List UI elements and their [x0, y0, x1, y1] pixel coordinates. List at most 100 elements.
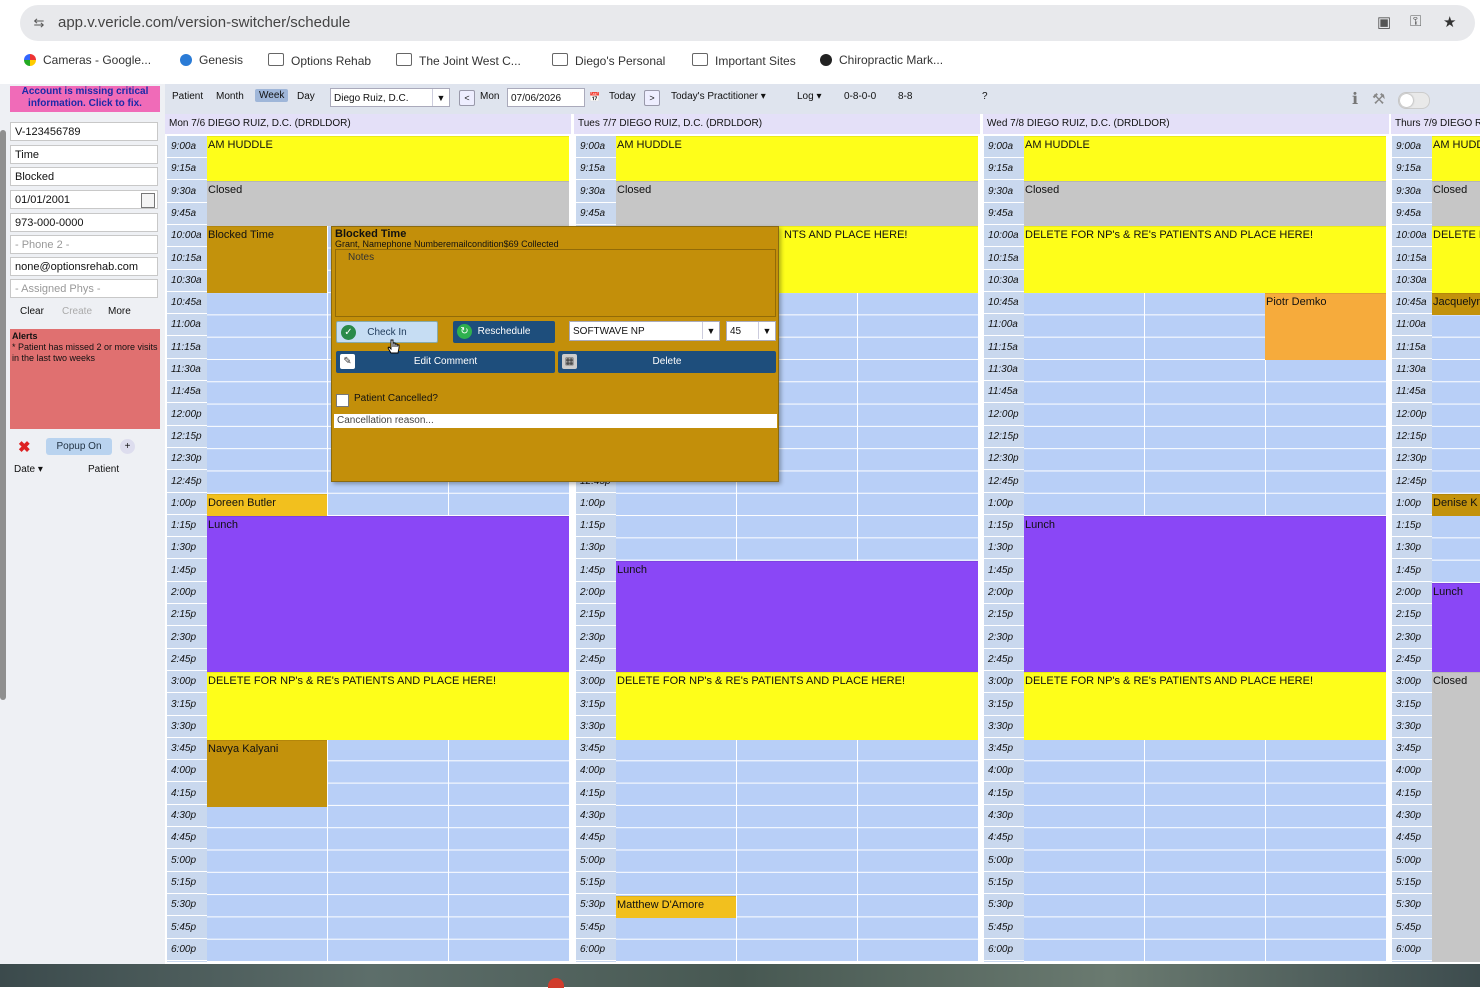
- time-slot-label: 9:30a: [1392, 181, 1432, 203]
- appointment-block[interactable]: DELETE FOR NP's & RE's PATIENTS AND PLAC…: [1432, 226, 1480, 293]
- day-header-thu: Thurs 7/9 DIEGO RUIZ, D.C. (DRDLDOR): [1391, 114, 1480, 134]
- appointment-block[interactable]: DELETE FOR NP's & RE's PATIENTS AND PLAC…: [1024, 226, 1386, 293]
- practitioner-select[interactable]: Diego Ruiz, D.C. ▼: [330, 88, 450, 107]
- last-name-field[interactable]: Blocked: [10, 167, 158, 186]
- phone2-field[interactable]: - Phone 2 -: [10, 235, 158, 254]
- appointment-block[interactable]: AM HUDDLE: [207, 136, 569, 181]
- day-view-tab[interactable]: Day: [297, 91, 315, 102]
- reschedule-button[interactable]: ↻ Reschedule: [453, 321, 555, 343]
- time-slot-label: 1:30p: [576, 537, 616, 560]
- patient-column-header[interactable]: Patient: [88, 464, 119, 475]
- delete-button[interactable]: ▦ Delete: [558, 351, 776, 373]
- view-toggle-switch[interactable]: [1398, 92, 1430, 109]
- duration-select[interactable]: 45 ▼: [726, 321, 776, 341]
- dob-field[interactable]: 01/01/2001: [10, 190, 158, 209]
- appointment-block[interactable]: Closed: [1432, 672, 1480, 962]
- time-slot-label: 11:15a: [984, 337, 1024, 359]
- assigned-phys-field[interactable]: - Assigned Phys -: [10, 279, 158, 298]
- add-icon[interactable]: +: [120, 439, 135, 454]
- todays-practitioner-menu[interactable]: Today's Practitioner ▾: [671, 91, 766, 102]
- appointment-block[interactable]: AM HUDDLE: [616, 136, 978, 181]
- appointment-block[interactable]: Piotr Demko: [1265, 293, 1386, 360]
- time-slot-label: 4:30p: [984, 805, 1024, 827]
- date-column-header[interactable]: Date ▾: [14, 464, 43, 475]
- url-text[interactable]: app.v.vericle.com/version-switcher/sched…: [58, 14, 350, 31]
- appointment-block[interactable]: Jacquelyn: [1432, 293, 1480, 315]
- email-field[interactable]: none@optionsrehab.com: [10, 257, 158, 276]
- edit-comment-button[interactable]: ✎ Edit Comment: [336, 351, 555, 373]
- time-slot-label: 2:15p: [1392, 604, 1432, 627]
- time-slot-label: 10:30a: [167, 270, 207, 292]
- calendar-icon[interactable]: 📅: [588, 90, 602, 104]
- bookmark-chiropractic[interactable]: Chiropractic Mark...: [820, 53, 943, 67]
- appointment-block[interactable]: Closed: [207, 181, 569, 226]
- help-button[interactable]: ?: [982, 91, 988, 102]
- account-number-field[interactable]: V-123456789: [10, 122, 158, 141]
- today-button[interactable]: Today: [609, 91, 636, 102]
- appointment-block[interactable]: Closed: [616, 181, 978, 226]
- bookmark-important-sites[interactable]: Important Sites: [692, 53, 796, 68]
- time-slot-label: 5:15p: [576, 872, 616, 894]
- appointment-block[interactable]: Closed: [1024, 181, 1386, 226]
- appointment-block[interactable]: Closed: [1432, 181, 1480, 226]
- notes-area[interactable]: Notes: [335, 249, 776, 317]
- prev-week-button[interactable]: <: [459, 90, 475, 106]
- appointment-block[interactable]: Lunch: [616, 561, 978, 672]
- appointment-block[interactable]: DELETE FOR NP's & RE's PATIENTS AND PLAC…: [616, 672, 978, 740]
- patient-cancelled-checkbox[interactable]: [336, 394, 349, 407]
- time-slot-label: 4:30p: [576, 805, 616, 827]
- month-view-tab[interactable]: Month: [216, 91, 244, 102]
- calendar-icon[interactable]: [141, 193, 155, 208]
- bookmark-cameras[interactable]: Cameras - Google...: [24, 53, 151, 67]
- bookmark-diegos-personal[interactable]: Diego's Personal: [552, 53, 665, 68]
- bookmark-genesis[interactable]: Genesis: [180, 53, 243, 67]
- appointment-block[interactable]: Lunch: [207, 516, 569, 672]
- appointment-type-select[interactable]: SOFTWAVE NP ▼: [569, 321, 720, 341]
- close-icon[interactable]: ✖: [18, 438, 31, 456]
- date-input[interactable]: 07/06/2026: [507, 88, 585, 107]
- time-slot-label: 9:15a: [984, 158, 1024, 181]
- appointment-block[interactable]: AM HUDDLE: [1024, 136, 1386, 181]
- missing-info-warning[interactable]: Account is missing critical information.…: [10, 86, 160, 112]
- bookmark-options-rehab[interactable]: Options Rehab: [268, 53, 371, 68]
- cancellation-reason-input[interactable]: Cancellation reason...: [334, 414, 777, 428]
- more-button[interactable]: More: [108, 306, 131, 317]
- time-slot-label: 1:30p: [984, 537, 1024, 560]
- address-bar[interactable]: ⇆ app.v.vericle.com/version-switcher/sch…: [20, 5, 1475, 41]
- time-slot-label: 4:00p: [984, 760, 1024, 783]
- create-button[interactable]: Create: [62, 306, 92, 317]
- appointment-block[interactable]: DELETE FOR NP's & RE's PATIENTS AND PLAC…: [1024, 672, 1386, 740]
- log-menu[interactable]: Log ▾: [797, 91, 821, 102]
- info-icon[interactable]: ℹ: [1352, 89, 1358, 109]
- week-view-tab[interactable]: Week: [255, 89, 289, 102]
- tools-icon[interactable]: ⚒: [1372, 90, 1385, 108]
- time-slot-label: 3:45p: [984, 738, 1024, 761]
- site-settings-icon[interactable]: ⇆: [30, 14, 48, 32]
- appointment-block[interactable]: Blocked Time: [207, 226, 327, 293]
- time-slot-label: 2:15p: [167, 604, 207, 627]
- appointment-block[interactable]: Navya Kalyani: [207, 740, 327, 807]
- appointment-block[interactable]: Lunch: [1432, 583, 1480, 672]
- bookmark-the-joint[interactable]: The Joint West C...: [396, 53, 521, 68]
- bookmark-star-icon[interactable]: ★: [1443, 13, 1456, 31]
- phone-field[interactable]: 973-000-0000: [10, 213, 158, 232]
- key-icon[interactable]: ⚿: [1410, 13, 1421, 30]
- time-slot-label: 4:45p: [576, 827, 616, 850]
- appointment-block[interactable]: DELETE FOR NP's & RE's PATIENTS AND PLAC…: [207, 672, 569, 740]
- appointment-block[interactable]: Lunch: [1024, 516, 1386, 672]
- counts-label: 0-8-0-0: [844, 91, 877, 102]
- popup-toggle-button[interactable]: Popup On: [46, 438, 112, 455]
- patient-view-tab[interactable]: Patient: [172, 91, 203, 102]
- time-slot-label: 9:00a: [1392, 136, 1432, 158]
- folder-icon: [552, 53, 568, 66]
- appointment-block[interactable]: Doreen Butler: [207, 494, 327, 516]
- appointment-block[interactable]: AM HUDDLE: [1432, 136, 1480, 181]
- appointment-block[interactable]: Matthew D'Amore: [616, 896, 736, 918]
- time-slot-label: 3:30p: [576, 716, 616, 738]
- install-app-icon[interactable]: ▣: [1377, 13, 1391, 31]
- appointment-block[interactable]: Denise K: [1432, 494, 1480, 516]
- clear-button[interactable]: Clear: [20, 306, 44, 317]
- sidebar-scrollbar[interactable]: [0, 130, 6, 700]
- next-week-button[interactable]: >: [644, 90, 660, 106]
- first-name-field[interactable]: Time: [10, 145, 158, 164]
